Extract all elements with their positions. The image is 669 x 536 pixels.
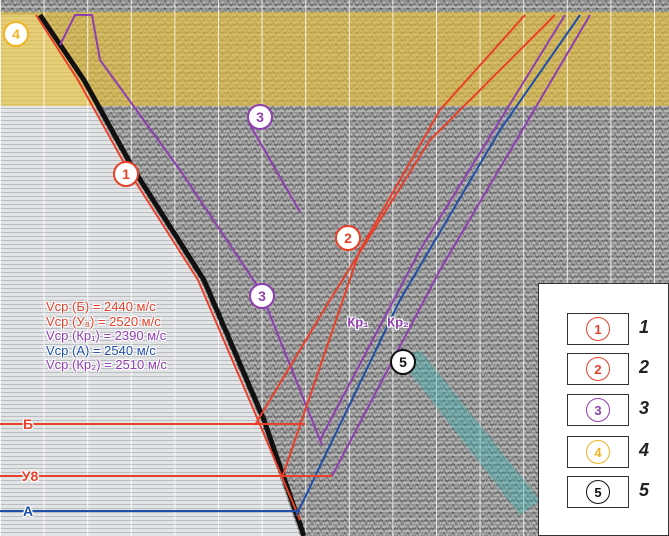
horizon-b-label: Б xyxy=(22,416,34,432)
marker-1: 1 xyxy=(113,161,139,187)
legend-number-5: 5 xyxy=(639,480,650,500)
legend-symbol-5: 5 xyxy=(586,480,610,504)
seismogram-figure: Б У8 А 1 2 3 3 4 5 Кр₁ Кр₂ Vср (Б) = 244… xyxy=(0,0,669,536)
marker-5: 5 xyxy=(390,349,416,375)
wave-label-kr1: Кр₁ xyxy=(347,314,369,330)
velocity-kr1: Vср (Кр₁) = 2390 м/с xyxy=(46,328,167,343)
marker-3-lower: 3 xyxy=(249,283,275,309)
legend-symbol-4: 4 xyxy=(586,440,610,464)
marker-2: 2 xyxy=(335,225,361,251)
legend-number-2: 2 xyxy=(639,357,650,377)
legend-number-1: 1 xyxy=(639,317,650,337)
legend-symbol-2: 2 xyxy=(586,357,610,381)
legend-symbol-1: 1 xyxy=(586,317,610,341)
horizon-a-label: А xyxy=(22,503,34,519)
velocity-b: Vср (Б) = 2440 м/с xyxy=(46,299,156,314)
horizon-u8-label: У8 xyxy=(21,468,39,484)
legend-number-4: 4 xyxy=(639,440,650,460)
velocity-a: Vср (А) = 2540 м/с xyxy=(46,342,156,358)
velocity-kr2: Vср (Кр₂) = 2510 м/с xyxy=(46,357,167,372)
marker-4: 4 xyxy=(3,21,29,47)
marker-3-upper: 3 xyxy=(247,104,273,130)
wave-label-kr2: Кр₂ xyxy=(387,314,409,330)
legend: 1 1 2 2 3 3 4 4 5 5 xyxy=(538,283,669,536)
legend-number-3: 3 xyxy=(639,398,650,418)
velocity-list: Vср (Б) = 2440 м/с Vср (У₈) = 2520 м/с V… xyxy=(46,299,167,373)
velocity-u8: Vср (У₈) = 2520 м/с xyxy=(46,313,161,329)
legend-symbol-3: 3 xyxy=(586,398,610,422)
